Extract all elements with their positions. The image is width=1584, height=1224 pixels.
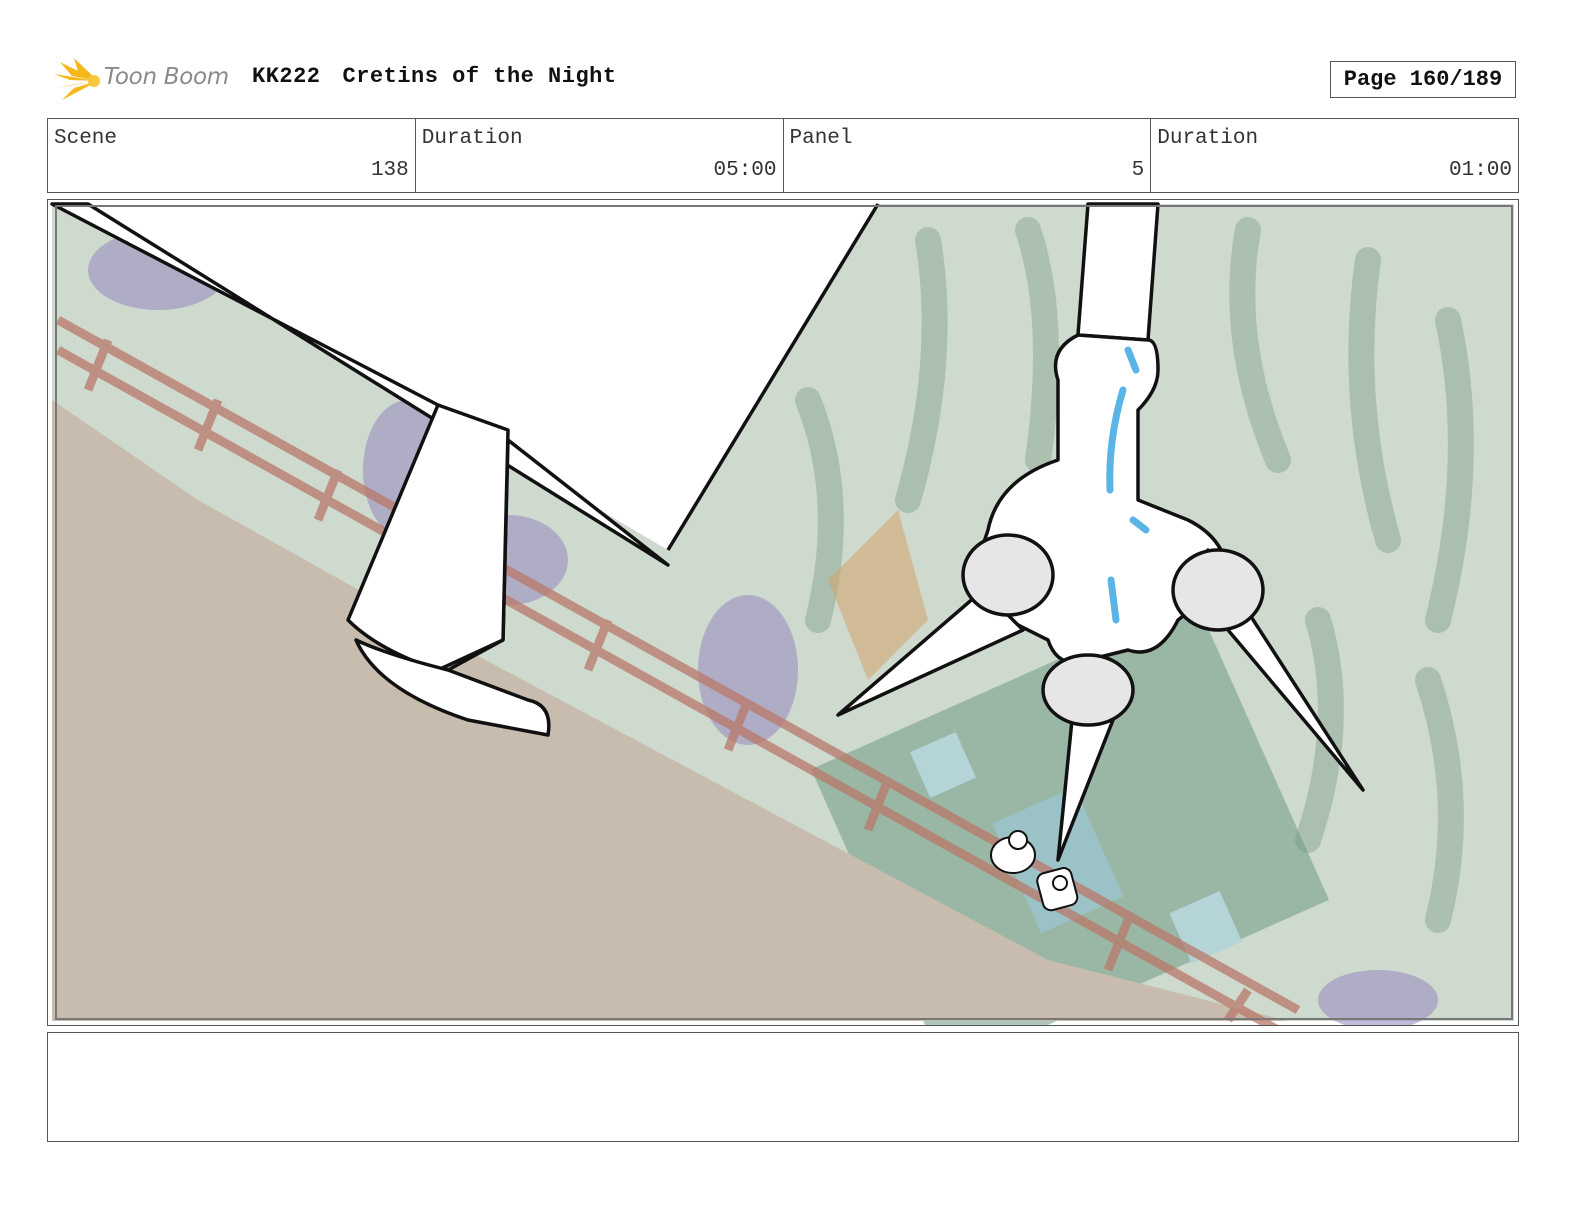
episode-title: Cretins of the Night xyxy=(342,64,617,89)
scene-cell: Scene 138 xyxy=(48,119,416,192)
panel-duration-value: 01:00 xyxy=(1448,159,1512,182)
scene-duration-value: 05:00 xyxy=(713,159,777,182)
scene-value: 138 xyxy=(370,159,409,182)
action-notes-box xyxy=(47,1032,1519,1142)
scene-label: Scene xyxy=(54,127,118,150)
logo-wordmark: Toon Boom xyxy=(104,64,229,90)
production-code: KK222 xyxy=(252,64,321,89)
panel-label: Panel xyxy=(789,127,853,150)
panel-value: 5 xyxy=(1131,159,1145,182)
toon-boom-burst-icon xyxy=(54,58,100,100)
panel-duration-cell: Duration 01:00 xyxy=(1151,119,1518,192)
panel-cell: Panel 5 xyxy=(784,119,1152,192)
panel-illustration xyxy=(50,202,1514,1025)
scene-duration-cell: Duration 05:00 xyxy=(416,119,784,192)
panel-duration-label: Duration xyxy=(1157,127,1259,150)
page-number: Page 160/189 xyxy=(1330,61,1516,98)
document-title: KK222 Cretins of the Night xyxy=(252,64,617,89)
scene-info-table: Scene 138 Duration 05:00 Panel 5 Duratio… xyxy=(47,118,1519,193)
storyboard-panel xyxy=(47,199,1519,1026)
scene-duration-label: Duration xyxy=(421,127,523,150)
toon-boom-logo: Toon Boom xyxy=(52,56,240,106)
